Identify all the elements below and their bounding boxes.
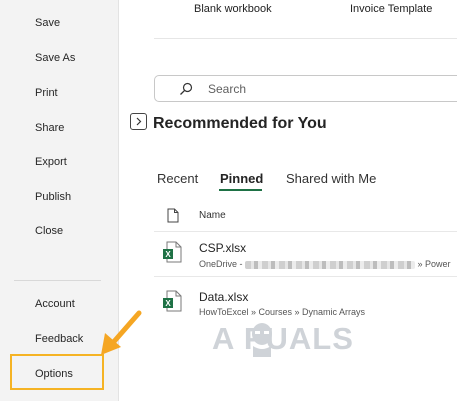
annotation-arrow-icon (101, 310, 142, 355)
search-icon (180, 82, 193, 95)
redacted-path (245, 260, 416, 269)
file-type-icon (167, 208, 179, 223)
file-name[interactable]: Data.xlsx (199, 290, 248, 304)
nav-share[interactable]: Share (35, 121, 64, 135)
template-divider (154, 38, 457, 39)
recommended-expand-button[interactable] (130, 113, 147, 130)
mascot-logo-icon (252, 323, 272, 357)
tab-recent[interactable]: Recent (157, 171, 198, 186)
nav-publish[interactable]: Publish (35, 190, 71, 204)
file-path: OneDrive - » Power (199, 259, 451, 269)
nav-feedback[interactable]: Feedback (35, 332, 83, 346)
nav-close[interactable]: Close (35, 224, 63, 238)
row-divider (154, 276, 457, 277)
tab-pinned[interactable]: Pinned (220, 171, 263, 186)
search-placeholder: Search (208, 82, 247, 96)
watermark-text: A PUALS (212, 321, 354, 356)
excel-file-icon: X (163, 290, 182, 312)
sidebar-divider (14, 280, 101, 281)
column-header-name[interactable]: Name (199, 210, 226, 221)
svg-text:X: X (165, 299, 171, 308)
tab-pinned-underline (219, 189, 262, 191)
search-box[interactable]: Search (154, 75, 457, 102)
row-divider (154, 231, 457, 232)
svg-text:X: X (165, 250, 171, 259)
chevron-right-icon (136, 117, 142, 126)
nav-save-as[interactable]: Save As (35, 51, 75, 65)
nav-account[interactable]: Account (35, 297, 75, 311)
tab-shared-with-me[interactable]: Shared with Me (286, 171, 376, 186)
recommended-title: Recommended for You (153, 115, 327, 132)
template-invoice-label[interactable]: Invoice Template (350, 3, 432, 15)
template-blank-workbook-label[interactable]: Blank workbook (194, 3, 272, 15)
nav-print[interactable]: Print (35, 86, 58, 100)
nav-export[interactable]: Export (35, 155, 67, 169)
file-path: HowToExcel » Courses » Dynamic Arrays (199, 307, 366, 317)
nav-save[interactable]: Save (35, 16, 60, 30)
file-name[interactable]: CSP.xlsx (199, 241, 246, 255)
options-highlight-box (10, 354, 104, 390)
excel-file-icon: X (163, 241, 182, 263)
